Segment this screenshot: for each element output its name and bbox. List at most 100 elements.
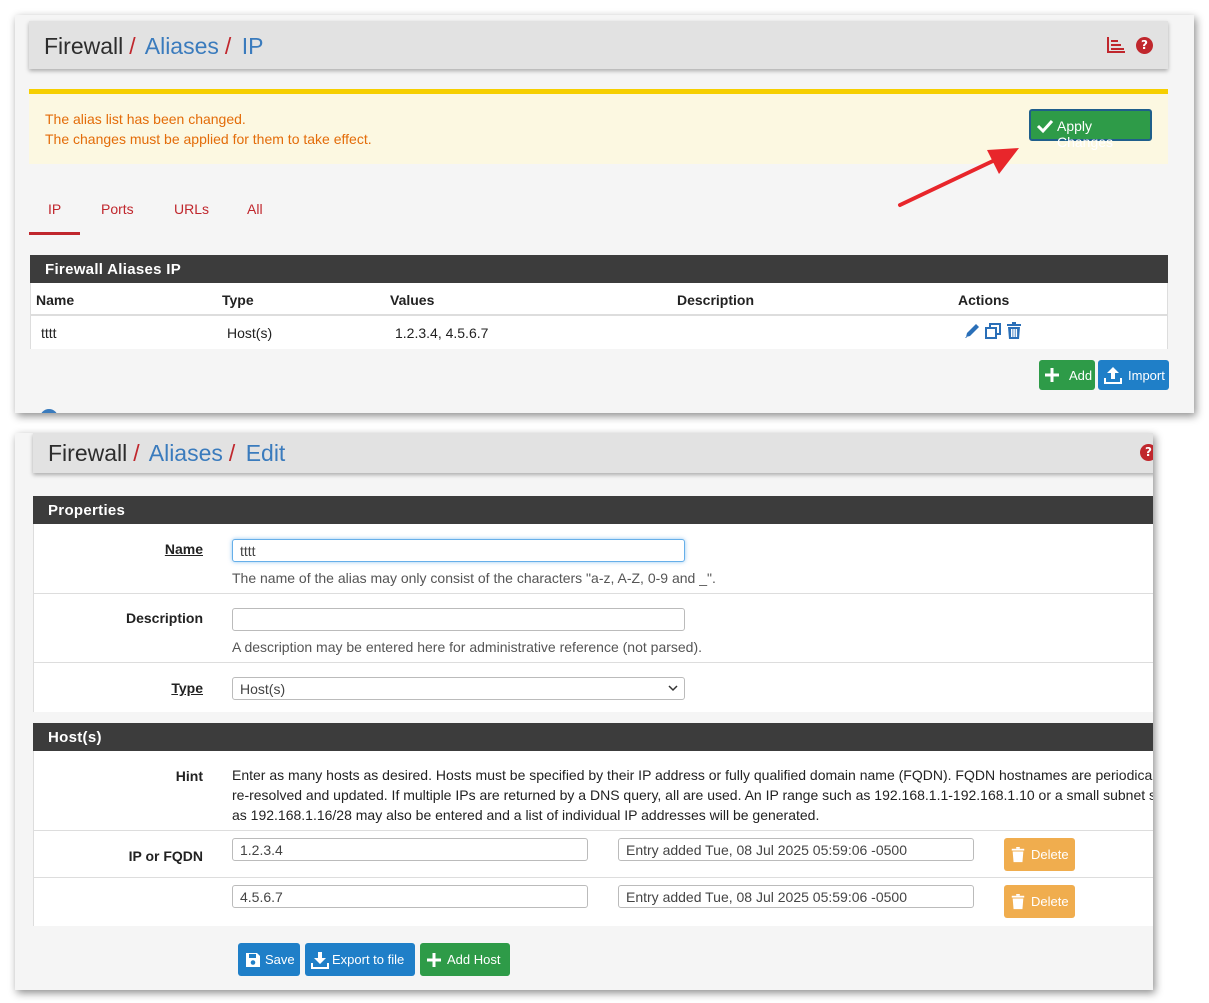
delete-label: Delete [1031,894,1069,909]
alias-type-tabs: IP Ports URLs All [29,185,429,235]
type-label: Type [171,680,203,696]
hint-text: Enter as many hosts as desired. Hosts mu… [232,765,1153,825]
column-header-name[interactable]: Name [36,292,74,308]
alert-line-2: The changes must be applied for them to … [45,131,372,147]
breadcrumb-separator: / [133,440,140,466]
chevron-down-icon [668,685,678,692]
chart-icon[interactable] [1106,36,1126,54]
name-row: Name tttt The name of the alias may only… [34,524,1153,594]
aliases-table: Name Type Values Description Actions ttt… [30,283,1168,349]
column-header-type[interactable]: Type [222,292,254,308]
type-row: Type Host(s) [34,663,1153,712]
column-header-actions: Actions [958,292,1010,308]
hint-line-3: as 192.168.1.16/28 may also be entered a… [232,807,820,823]
breadcrumb-firewall: Firewall [48,440,128,466]
trash-icon [1011,894,1025,910]
hosts-form: Hint Enter as many hosts as desired. Hos… [33,751,1153,926]
export-label: Export to file [332,952,405,967]
add-host-button[interactable]: Add Host [420,943,510,976]
description-input[interactable] [232,608,685,631]
hint-line-1: Enter as many hosts as desired. Hosts mu… [232,767,1153,783]
breadcrumb-separator: / [224,33,232,59]
tab-ports[interactable]: Ports [101,201,134,217]
apply-changes-label: Apply Changes [1057,118,1114,150]
add-host-label: Add Host [447,952,501,967]
ip-fqdn-label: IP or FQDN [128,848,203,864]
trash-icon[interactable] [1005,322,1023,340]
delete-host-button[interactable]: Delete [1004,838,1075,871]
row-values: 1.2.3.4, 4.5.6.7 [395,325,489,341]
breadcrumb-firewall: Firewall [44,33,124,59]
help-icon[interactable]: ? [1136,37,1153,54]
breadcrumb-separator: / [129,33,136,59]
host-description-input[interactable]: Entry added Tue, 08 Jul 2025 05:59:06 -0… [618,885,974,908]
name-input[interactable]: tttt [232,539,685,562]
hint-label: Hint [175,768,203,784]
table-panel-heading: Firewall Aliases IP [30,255,1168,283]
column-header-description[interactable]: Description [677,292,754,308]
delete-label: Delete [1031,847,1069,862]
row-name: tttt [41,325,57,341]
column-header-values[interactable]: Values [390,292,434,308]
breadcrumb-ip-link[interactable]: IP [242,33,264,59]
type-selected-value: Host(s) [240,681,286,697]
hosts-title: Host(s) [48,729,102,746]
active-tab-indicator [29,232,80,235]
alias-edit-panel: Firewall / Aliases / Edit ? Properties Nam… [15,433,1153,990]
description-row: Description A description may be entered… [34,594,1153,663]
copy-icon[interactable] [984,322,1002,340]
hint-line-2: re-resolved and updated. If multiple IPs… [232,787,1153,803]
host-entry-row: IP or FQDN 1.2.3.4 Entry added Tue, 08 J… [34,831,1153,878]
description-label: Description [125,610,203,626]
breadcrumb-aliases-link[interactable]: Aliases [145,33,219,59]
name-help-text: The name of the alias may only consist o… [232,570,716,586]
breadcrumb: Firewall / Aliases / IP [44,33,263,60]
row-type: Host(s) [227,325,273,341]
host-description-input[interactable]: Entry added Tue, 08 Jul 2025 05:59:06 -0… [618,838,974,861]
edit-pencil-icon[interactable] [963,322,981,340]
header-divider [31,314,1167,316]
properties-form: Name tttt The name of the alias may only… [33,524,1153,712]
name-label: Name [164,541,203,557]
properties-title: Properties [48,502,126,519]
breadcrumb-edit-link[interactable]: Edit [246,440,286,466]
breadcrumb-aliases-link[interactable]: Aliases [149,440,223,466]
add-button[interactable]: Add [1039,360,1095,390]
delete-host-button[interactable]: Delete [1004,885,1075,918]
type-select[interactable]: Host(s) [232,677,685,700]
breadcrumb-separator: / [228,440,236,466]
alert-line-1: The alias list has been changed. [45,111,246,127]
apply-changes-button[interactable]: Apply Changes [1029,109,1152,150]
info-icon[interactable] [40,409,58,413]
tab-urls[interactable]: URLs [174,201,209,217]
add-label: Add [1069,368,1093,383]
host-address-input[interactable]: 1.2.3.4 [232,838,588,861]
page-header: Firewall / Aliases / Edit [33,433,1153,473]
breadcrumb: Firewall / Aliases / Edit [48,440,285,467]
description-help-text: A description may be entered here for ad… [232,639,703,655]
hosts-heading: Host(s) [33,723,1153,751]
download-icon [311,952,329,969]
page-header: Firewall / Aliases / IP ? [29,21,1168,69]
host-address-input[interactable]: 4.5.6.7 [232,885,588,908]
hint-row: Hint Enter as many hosts as desired. Hos… [34,751,1153,831]
save-label: Save [265,952,295,967]
aliases-list-panel: Firewall / Aliases / IP ? The alias list h… [15,15,1194,413]
import-button[interactable]: Import [1098,360,1169,390]
save-button[interactable]: Save [238,943,300,976]
help-icon[interactable]: ? [1140,444,1153,461]
trash-icon [1011,847,1025,863]
checkmark-icon [1036,119,1054,134]
tab-ip[interactable]: IP [48,201,61,217]
host-entry-row: 4.5.6.7 Entry added Tue, 08 Jul 2025 05:… [34,878,1153,926]
plus-icon [427,953,441,967]
table-title: Firewall Aliases IP [45,261,182,278]
plus-icon [1045,368,1059,382]
annotation-arrow-icon [898,148,1019,207]
tab-all[interactable]: All [247,201,263,217]
import-label: Import [1128,368,1165,383]
upload-icon [1104,367,1122,384]
floppy-disk-icon [246,953,260,967]
properties-heading: Properties [33,496,1153,524]
export-to-file-button[interactable]: Export to file [305,943,415,976]
